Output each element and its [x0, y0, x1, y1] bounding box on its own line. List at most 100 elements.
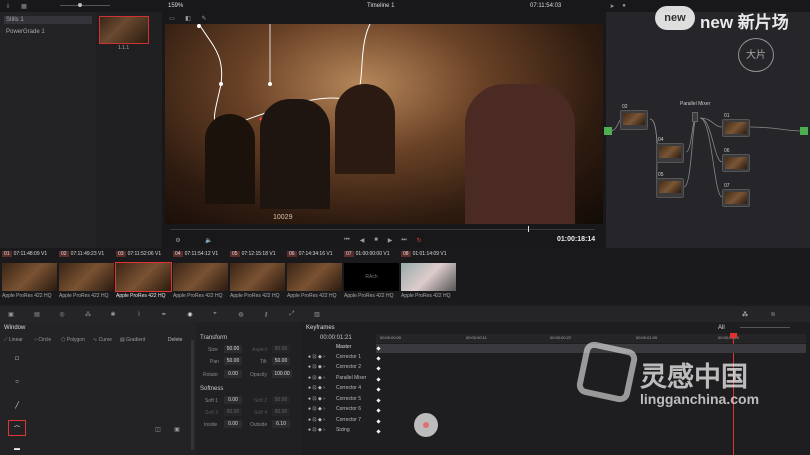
pan-field[interactable]: 50.00 — [224, 357, 242, 365]
viewer-zoom[interactable]: 159% — [168, 3, 183, 9]
3d-icon[interactable]: ▥ — [312, 309, 322, 319]
outside-field[interactable]: 6.10 — [272, 420, 290, 428]
invert-icon[interactable]: ◫ — [154, 425, 162, 433]
node-01[interactable]: 01 — [722, 113, 750, 137]
line-window-icon[interactable]: ╱ — [10, 398, 24, 412]
track-sizing[interactable]: ● ⊡ ◆ › Sizing — [306, 427, 376, 437]
rgb-mixer-icon[interactable]: ⁂ — [83, 309, 93, 319]
transform-title: Transform — [200, 335, 228, 341]
track-corrector-7[interactable]: ● ⊡ ◆ › Corrector 7 — [306, 417, 376, 427]
skip-forward-icon[interactable]: ⏭ — [399, 236, 409, 244]
blur-icon[interactable]: ◍ — [236, 309, 246, 319]
node-add-icon[interactable]: ● — [620, 2, 628, 10]
viewer-options-icon[interactable]: ⚙ — [172, 236, 184, 244]
grid-view-icon[interactable]: ▦ — [20, 2, 28, 10]
track-corrector-5[interactable]: ● ⊡ ◆ › Corrector 5 — [306, 396, 376, 406]
window-tool-linear[interactable]: ⟋ Linear — [4, 337, 23, 343]
soft1-field[interactable]: 0.00 — [224, 396, 242, 404]
window-list-scrollbar[interactable] — [191, 340, 194, 450]
skip-back-icon[interactable]: ⏮ — [342, 236, 352, 244]
node-05[interactable]: 05 — [656, 172, 684, 198]
qualifier-icon[interactable]: ✒ — [159, 309, 169, 319]
motion-effects-icon[interactable]: ✱ — [108, 309, 118, 319]
window-tool-polygon[interactable]: ⬠ Polygon — [61, 337, 85, 343]
clip-04[interactable]: 04 07:11:54:12 V1 Apple ProRes 422 HQ — [173, 251, 228, 299]
gallery-item-powergrade[interactable]: PowerGrade 1 — [4, 28, 47, 36]
track-corrector-4[interactable]: ● ⊡ ◆ › Corrector 4 — [306, 385, 376, 395]
size-field[interactable]: 50.00 — [224, 345, 242, 353]
highlight-icon[interactable]: ✎ — [200, 14, 208, 22]
window-tool-circle[interactable]: ○ Circle — [34, 337, 51, 343]
window-tool-curve[interactable]: ∿ Curve — [93, 337, 112, 343]
tracker-icon[interactable]: ⌖ — [210, 309, 220, 319]
soft2-field[interactable]: 50.00 — [272, 396, 290, 404]
clip-08[interactable]: 08 01:01:14:09 V1 Apple ProRes 422 HQ — [401, 251, 456, 299]
keyframe-zoom-slider[interactable] — [740, 327, 790, 328]
clip-03[interactable]: 03 07:11:52:06 V1 Apple ProRes 422 HQ — [115, 251, 172, 299]
delete-button[interactable]: Delete — [168, 337, 182, 343]
loop-icon[interactable]: ↻ — [414, 236, 424, 244]
circle-window-icon[interactable]: ○ — [10, 375, 24, 389]
square-window-icon[interactable]: □ — [10, 352, 24, 366]
gradient-window-icon[interactable]: ▬ — [10, 444, 24, 454]
node-output[interactable] — [800, 127, 808, 135]
scopes-icon[interactable]: ⁂ — [740, 309, 750, 319]
camera-raw-icon[interactable]: ▣ — [6, 309, 16, 319]
color-wheels-icon[interactable]: ◎ — [57, 309, 67, 319]
aspect-field[interactable]: 50.00 — [272, 345, 290, 353]
import-icon[interactable]: ⇩ — [4, 2, 12, 10]
sizing-icon[interactable]: ⤢ — [287, 309, 297, 319]
color-match-icon[interactable]: ▤ — [32, 309, 42, 319]
opacity-field[interactable]: 100.00 — [272, 370, 292, 378]
gallery-zoom-slider[interactable] — [60, 5, 110, 6]
track-parallel-mixer[interactable]: ● ⊡ ◆ › Parallel Mixer — [306, 375, 376, 385]
track-corrector-1[interactable]: ● ⊡ ◆ › Corrector 1 — [306, 354, 376, 364]
scrubber-track[interactable] — [170, 229, 595, 230]
clip-02[interactable]: 02 07:11:49:23 V1 Apple ProRes 422 HQ — [59, 251, 114, 299]
timeline-name[interactable]: Timeline 1 — [367, 3, 394, 9]
scrubber-playhead[interactable] — [528, 226, 529, 232]
node-06[interactable]: 06 — [722, 148, 750, 172]
window-tool-gradient[interactable]: ▤ Gradient — [120, 337, 145, 343]
clip-06[interactable]: 06 07:14:34:16 V1 Apple ProRes 422 HQ — [287, 251, 342, 299]
watermark-new-badge: new — [655, 6, 695, 30]
viewer-mode-icon[interactable]: ▭ — [168, 14, 176, 22]
play-icon[interactable]: ▶ — [385, 236, 395, 244]
audio-icon[interactable]: 🔈 — [205, 236, 213, 244]
key-icon[interactable]: ⚷ — [261, 309, 271, 319]
soft3-field[interactable]: 50.00 — [224, 408, 242, 416]
soft4-field[interactable]: 50.00 — [272, 408, 290, 416]
clip-05[interactable]: 05 07:12:15:18 V1 Apple ProRes 422 HQ — [230, 251, 285, 299]
window-icon[interactable]: ◉ — [185, 309, 195, 319]
track-master[interactable]: Master — [306, 344, 376, 354]
inside-field[interactable]: 0.00 — [224, 420, 242, 428]
still-thumbnail[interactable] — [99, 16, 149, 44]
clip-07[interactable]: 07 01:00:00:00 V1 RAch Apple ProRes 422 HQ — [344, 251, 399, 299]
node-07[interactable]: 07 — [722, 183, 750, 207]
parallel-mixer-node[interactable] — [692, 112, 698, 122]
track-corrector-2[interactable]: ● ⊡ ◆ › Corrector 2 — [306, 364, 376, 374]
node-04[interactable]: 04 — [656, 137, 684, 163]
curve-window-icon[interactable]: ⌒ — [8, 420, 26, 436]
gallery-item-stills[interactable]: Stills 1 — [4, 16, 92, 24]
rotate-field[interactable]: 0.00 — [224, 370, 242, 378]
pointer-icon[interactable]: ➤ — [608, 2, 616, 10]
curves-icon[interactable]: ⌇ — [134, 309, 144, 319]
playhead-handle[interactable] — [730, 333, 737, 338]
clip-track: V1 — [326, 251, 333, 257]
wipe-icon[interactable]: ◧ — [184, 14, 192, 22]
node-input-source[interactable] — [604, 127, 612, 135]
stop-icon[interactable]: ■ — [371, 236, 381, 244]
clip-codec: Apple ProRes 422 HQ — [230, 293, 280, 299]
keyframe-filter[interactable]: All — [718, 325, 725, 331]
video-frame[interactable]: 10029 — [165, 24, 603, 224]
clip-codec: Apple ProRes 422 HQ — [287, 293, 337, 299]
mask-icon[interactable]: ▣ — [173, 425, 181, 433]
play-reverse-icon[interactable]: ◀ — [357, 236, 367, 244]
track-corrector-6[interactable]: ● ⊡ ◆ › Corrector 6 — [306, 406, 376, 416]
node-02[interactable]: 02 — [620, 104, 648, 130]
tilt-field[interactable]: 50.00 — [272, 357, 290, 365]
waveform-icon[interactable]: ≋ — [768, 309, 778, 319]
clip-01[interactable]: 01 07:11:48:09 V1 Apple ProRes 422 HQ — [2, 251, 57, 299]
gallery-zoom-handle[interactable] — [78, 3, 82, 7]
